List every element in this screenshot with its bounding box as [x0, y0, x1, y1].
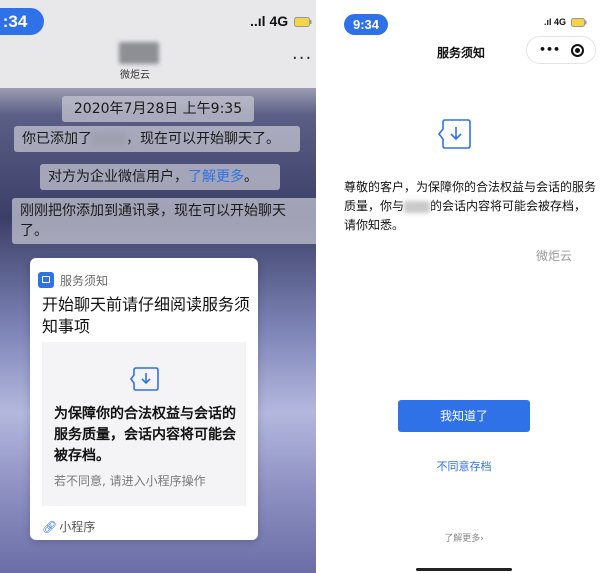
avatar[interactable] [119, 42, 159, 64]
signal-text: .ıl 4G [544, 17, 567, 27]
link-icon: 🔗︎ [42, 520, 58, 534]
card-note: 若不同意, 请进入小程序操作 [54, 474, 206, 488]
disagree-link[interactable]: 不同意存档 [326, 458, 602, 474]
service-icon [38, 272, 54, 288]
close-circle-icon[interactable] [571, 44, 584, 57]
learn-more-link[interactable]: 了解更多 [188, 169, 244, 185]
mini-program-label: 🔗︎ 小程序 [42, 520, 96, 534]
chat-screen: :34 ..ıl 4G 微炬云 ··· 2020年7月28日 上午9:35 你已… [0, 0, 316, 573]
contact-name: 微炬云 [120, 70, 150, 81]
home-indicator [416, 568, 512, 571]
download-box-icon [130, 367, 159, 391]
capsule-menu[interactable]: ••• [526, 36, 596, 64]
more-dots-icon[interactable]: ··· [292, 48, 312, 69]
download-box-icon [438, 119, 471, 149]
notice-page: 9:34 .ıl 4G 服务须知 ••• 尊敬的客户，为保障你的合法权益与会话的… [326, 0, 608, 573]
card-title: 开始聊天前请仔细阅读服务须知事项 [42, 295, 251, 336]
card-preview: 为保障你的合法权益与会话的服务质量，会话内容将可能会被存档。 若不同意, 请进入… [42, 342, 246, 506]
status-signal: ..ıl 4G [250, 13, 312, 29]
redacted-name [404, 200, 431, 213]
signature: 微炬云 [536, 249, 573, 263]
battery-icon [570, 18, 587, 28]
date-divider: 2020年7月28日 上午9:35 [62, 96, 254, 122]
service-label: 服务须知 [60, 274, 109, 288]
agree-button[interactable]: 我知道了 [398, 400, 530, 432]
notice-body: 尊敬的客户，为保障你的合法权益与会话的服务质量，你与 的会话内容将可能会被存档，请… [344, 180, 597, 232]
card-bold-text: 为保障你的合法权益与会话的服务质量，会话内容将可能会被存档。 [54, 406, 236, 464]
learn-more-link[interactable]: 了解更多› [326, 531, 602, 544]
signal-text: ..ıl 4G [250, 13, 289, 29]
system-message-address: 刚刚把你添加到通讯录，现在可以开始聊天了。 [12, 198, 316, 244]
system-message-corp: 对方为企业微信用户，了解更多。 [40, 164, 280, 190]
status-time: 9:34 [344, 14, 388, 35]
service-notice-card[interactable]: 服务须知 开始聊天前请仔细阅读服务须知事项 为保障你的合法权益与会话的服务质量，… [30, 258, 258, 540]
system-message-added: 你已添加了 ，现在可以开始聊天了。 [14, 126, 300, 152]
more-dots-icon[interactable]: ••• [539, 43, 560, 56]
redacted-name [92, 132, 126, 146]
status-signal: .ıl 4G [544, 17, 587, 28]
battery-icon [294, 17, 312, 28]
status-time: :34 [0, 8, 44, 35]
